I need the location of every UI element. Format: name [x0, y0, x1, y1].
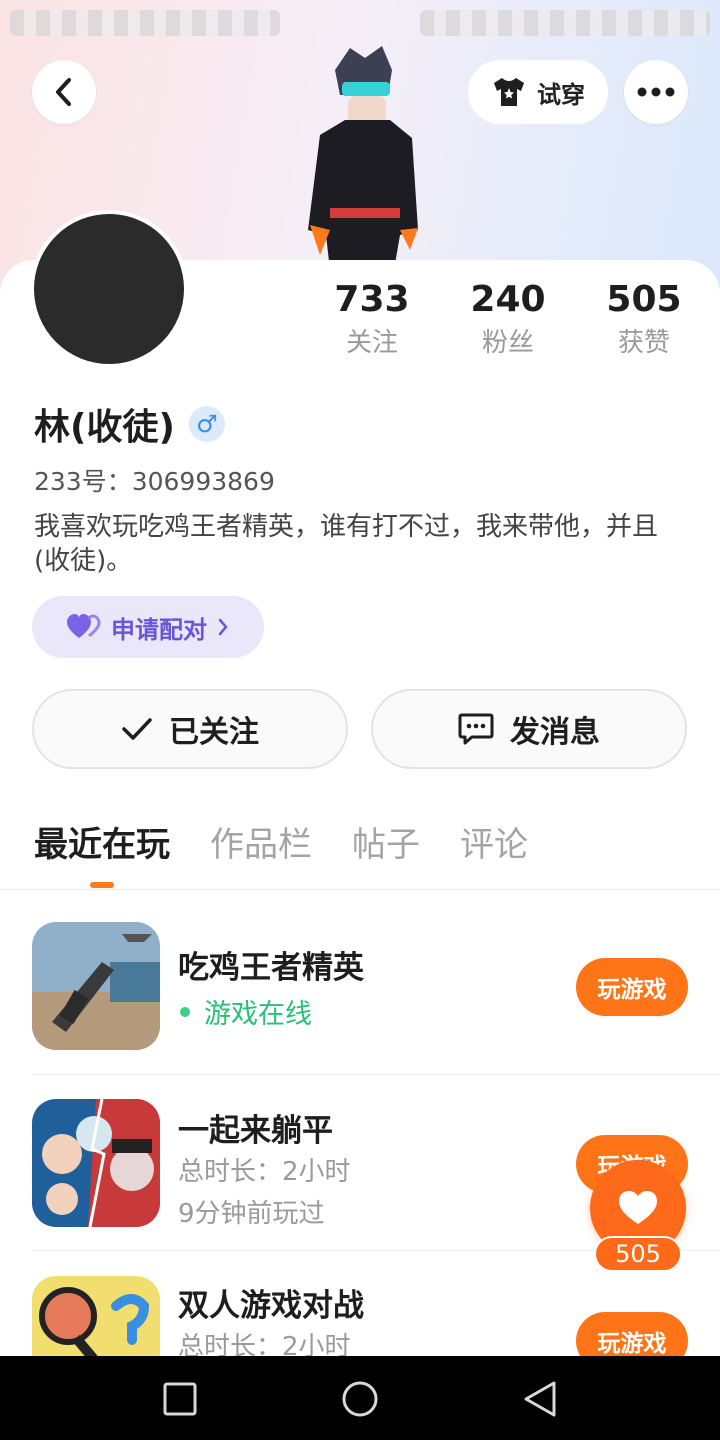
user-name: 林(收徒) [34, 407, 175, 448]
play-duration: 总时长：2小时 [178, 1157, 351, 1187]
tabs-divider [0, 889, 720, 890]
message-button[interactable]: 发消息 [371, 689, 687, 769]
stat-label: 获赞 [617, 328, 670, 358]
last-played: 9分钟前玩过 [178, 1199, 325, 1229]
avatar[interactable] [30, 210, 188, 368]
tshirt-icon [494, 78, 524, 106]
name-row: 林(收徒) ♂ [34, 398, 225, 450]
try-on-button[interactable]: 试穿 [468, 60, 608, 124]
game-title: 吃鸡王者精英 [178, 950, 364, 986]
play-game-button[interactable]: 玩游戏 [576, 958, 688, 1016]
game-icon-lie-flat [32, 1099, 160, 1227]
heart-icon [619, 1191, 657, 1224]
tab-active-indicator [90, 882, 114, 888]
chevron-right-icon [218, 618, 228, 636]
row-divider [32, 1074, 720, 1075]
stat-value: 240 [470, 279, 546, 320]
online-dot-icon [180, 1006, 190, 1017]
stat-label: 粉丝 [481, 328, 534, 358]
profile-tabs: 最近在玩 作品栏 帖子 评论 [34, 822, 528, 868]
tab-posts[interactable]: 帖子 [352, 822, 420, 868]
followed-button[interactable]: 已关注 [32, 689, 348, 769]
back-nav-icon[interactable] [522, 1380, 558, 1418]
hearts-icon [67, 614, 101, 638]
tab-recent-games[interactable]: 最近在玩 [34, 822, 170, 868]
stat-value: 505 [606, 279, 682, 320]
stat-followers[interactable]: 240 粉丝 [448, 279, 568, 359]
list-item-game[interactable]: 吃鸡王者精英 游戏在线 玩游戏 [32, 922, 688, 1052]
apply-match-label: 申请配对 [111, 615, 207, 644]
home-icon[interactable] [341, 1380, 379, 1418]
followed-label: 已关注 [169, 715, 259, 750]
message-label: 发消息 [510, 715, 600, 750]
more-button[interactable] [624, 60, 688, 124]
male-icon: ♂ [188, 406, 225, 442]
back-button[interactable] [32, 60, 96, 124]
more-dots-icon [637, 87, 675, 97]
status-bar-blur-right [420, 10, 710, 36]
user-id: 233号：306993869 [34, 467, 275, 496]
avatar-3d-figure [290, 40, 430, 280]
stat-value: 733 [334, 279, 410, 320]
system-nav-bar [0, 1356, 720, 1440]
status-bar-blur [10, 10, 280, 36]
stat-following[interactable]: 733 关注 [312, 279, 432, 359]
stat-likes[interactable]: 505 获赞 [584, 279, 704, 359]
tab-works[interactable]: 作品栏 [210, 822, 312, 868]
check-icon [122, 718, 152, 740]
game-title: 一起来躺平 [178, 1113, 333, 1149]
apply-match-button[interactable]: 申请配对 [32, 596, 264, 658]
game-title: 双人游戏对战 [178, 1288, 364, 1324]
like-count: 505 [594, 1236, 682, 1272]
chevron-left-icon [56, 78, 71, 106]
tab-comments[interactable]: 评论 [460, 822, 528, 868]
chat-bubble-icon [458, 713, 494, 745]
game-icon-shooter [32, 922, 160, 1050]
recent-apps-icon[interactable] [163, 1382, 197, 1416]
online-status: 游戏在线 [178, 992, 312, 1031]
stat-label: 关注 [345, 328, 398, 358]
user-bio: 我喜欢玩吃鸡王者精英，谁有打不过，我来带他，并且(收徒)。 [34, 512, 659, 576]
try-on-label: 试穿 [537, 80, 585, 109]
online-status-label: 游戏在线 [204, 999, 312, 1030]
